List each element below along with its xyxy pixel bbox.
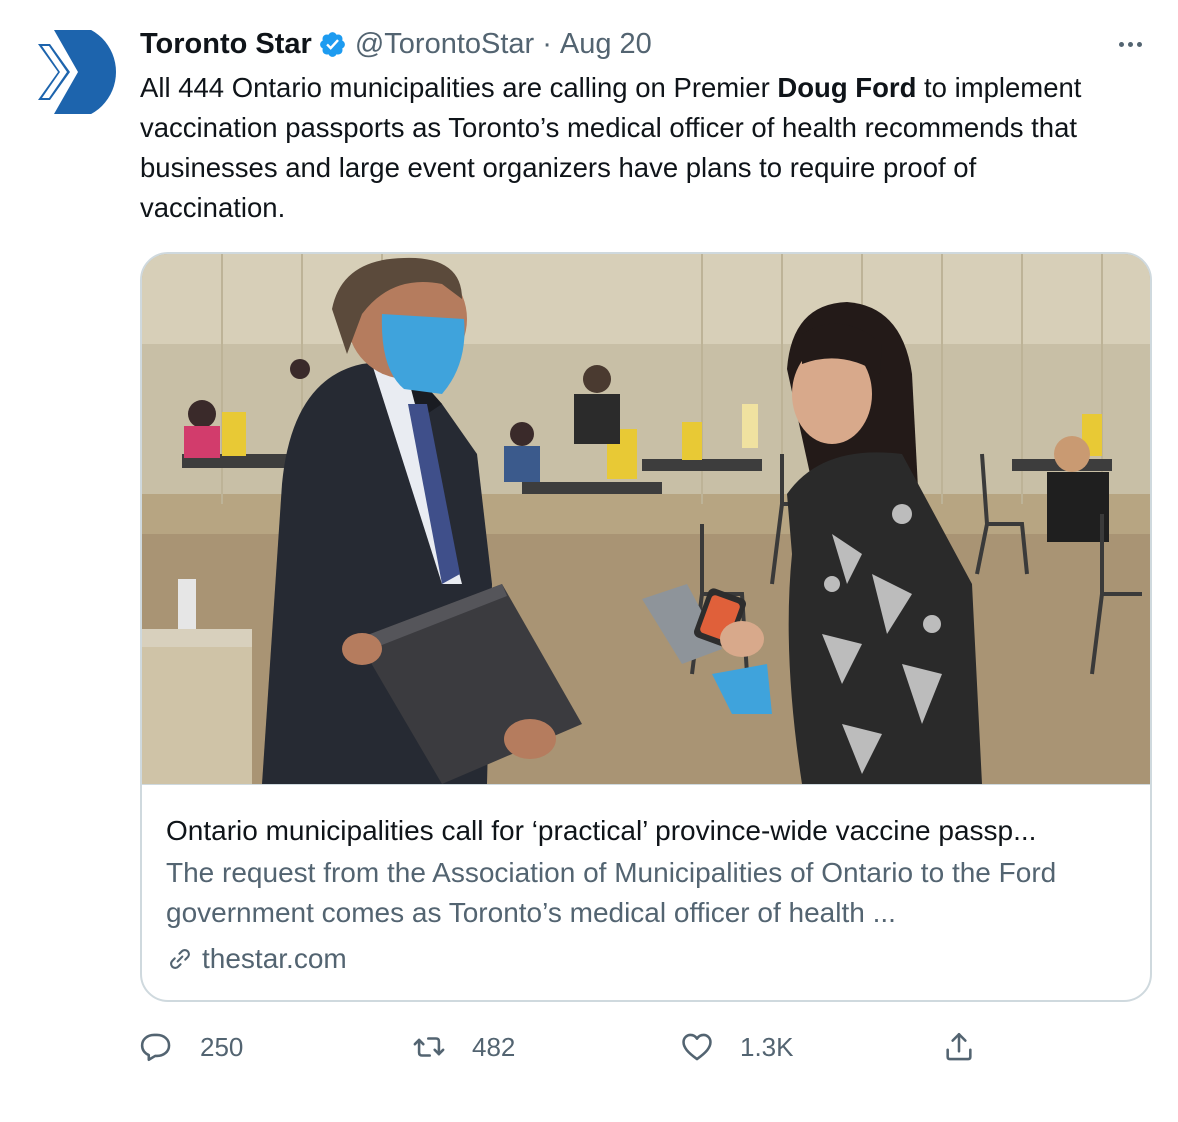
card-domain[interactable]: thestar.com <box>166 939 1126 979</box>
reply-button[interactable]: 250 <box>140 1024 243 1070</box>
card-description: The request from the Association of Muni… <box>166 857 1057 928</box>
mention-doug-ford[interactable]: Doug Ford <box>777 72 916 103</box>
card-title[interactable]: Ontario municipalities call for ‘practic… <box>166 811 1126 851</box>
card-domain-text: thestar.com <box>202 943 347 974</box>
verified-badge-icon <box>318 30 347 59</box>
toronto-star-logo <box>20 24 116 120</box>
retweet-count: 482 <box>472 1031 516 1062</box>
handle[interactable]: @TorontoStar <box>355 28 534 61</box>
link-icon <box>166 945 194 973</box>
card-body: Ontario municipalities call for ‘practic… <box>142 784 1150 979</box>
retweet-button[interactable]: 482 <box>412 1024 515 1070</box>
display-name[interactable]: Toronto Star <box>140 28 312 61</box>
tweet-header: Toronto Star @TorontoStar · Aug 20 <box>140 24 1152 64</box>
tweet-content: Toronto Star @TorontoStar · Aug 20 All 4… <box>140 24 1152 228</box>
tweet-text-part: All 444 Ontario municipalities are calli… <box>140 72 778 103</box>
tweet-text: All 444 Ontario municipalities are calli… <box>140 68 1120 228</box>
link-card[interactable]: Ontario municipalities call for ‘practic… <box>140 252 1152 1002</box>
share-button[interactable] <box>942 1024 976 1070</box>
like-button[interactable]: 1.3K <box>680 1024 794 1070</box>
reply-icon <box>140 1033 171 1062</box>
tweet-actions: 250 482 1.3K <box>140 1024 1000 1070</box>
card-image[interactable] <box>142 254 1150 784</box>
reply-count: 250 <box>200 1031 244 1062</box>
heart-icon <box>682 1033 712 1061</box>
more-options-icon[interactable] <box>1112 28 1148 60</box>
retweet-icon <box>413 1037 445 1057</box>
share-icon <box>946 1032 972 1061</box>
card-photo <box>142 254 1150 784</box>
tweet-date[interactable]: Aug 20 <box>560 28 652 61</box>
like-count: 1.3K <box>740 1031 794 1062</box>
separator-dot: · <box>542 27 552 60</box>
avatar[interactable] <box>20 24 116 120</box>
